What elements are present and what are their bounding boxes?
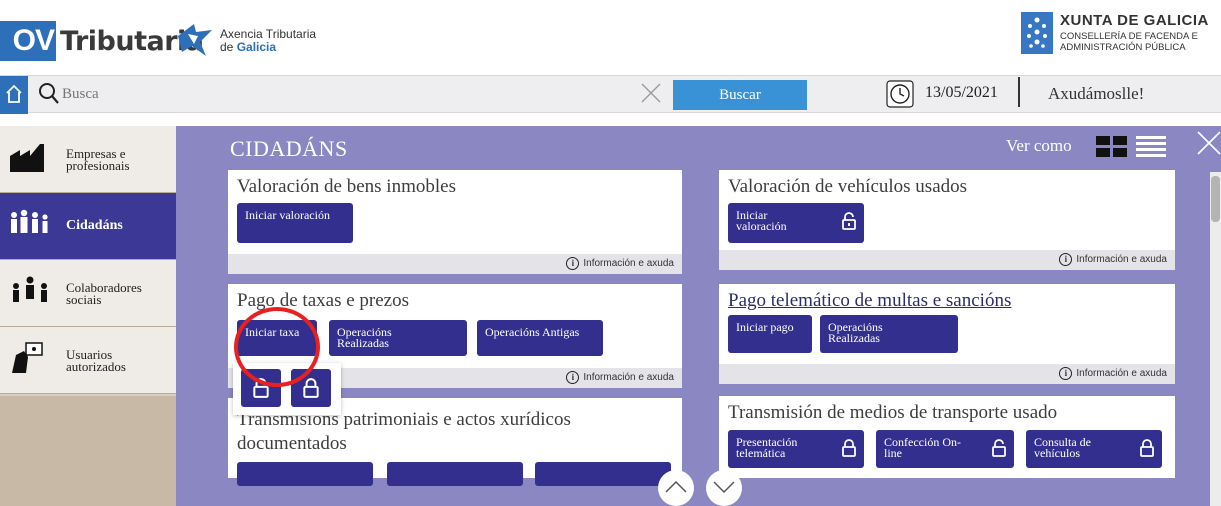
factory-icon [10, 144, 44, 172]
card-title-link[interactable]: Pago telemático de multas e sancións [728, 290, 1011, 312]
info-icon: i [1059, 367, 1073, 380]
atg-logo-text[interactable]: Axencia Tributaria de Galicia [220, 28, 316, 54]
xunta-title: XUNTA DE GALICIA [1060, 12, 1209, 29]
info-help-link[interactable]: i Información e axuda [1059, 253, 1167, 266]
consulta-vehiculos-button[interactable]: Consulta de vehículos [1026, 430, 1162, 468]
xunta-sub2: ADMINISTRACIÓN PÚBLICA [1060, 42, 1186, 53]
atg-logo-icon [178, 24, 212, 56]
sidebar-item-label: Colaboradores sociais [66, 280, 142, 307]
sidebar-item-cidadans[interactable]: Cidadáns [0, 193, 176, 260]
card-title: Transmisión de medios de transporte usad… [728, 402, 1058, 423]
transmisions-button-1[interactable] [237, 462, 373, 486]
lock-icon [842, 439, 856, 457]
presentacion-telematica-button[interactable]: Presentación telemática [728, 430, 864, 468]
sidebar-item-label: Cidadáns [66, 218, 123, 233]
scrollbar[interactable] [1210, 172, 1221, 506]
transmisions-button-3[interactable] [535, 462, 671, 486]
card-footer: i Información e axuda [719, 364, 1175, 384]
info-help-link[interactable]: i Información e axuda [566, 257, 674, 270]
lock-icon [1140, 439, 1154, 457]
card-multas-sancions: Pago telemático de multas e sancións Ini… [719, 284, 1175, 384]
info-icon: i [1059, 253, 1073, 266]
atg-line2: de Galicia [220, 40, 277, 54]
sidebar-item-colaboradores[interactable]: Colaboradores sociais [0, 260, 176, 327]
sidebar-item-label: Usuarios autorizados [66, 347, 126, 374]
main-panel: CIDADÁNS Ver como Valoración de bens inm… [176, 126, 1221, 506]
annotation-circle [234, 307, 320, 387]
unlocked-icon [992, 439, 1006, 457]
scroll-down-button[interactable] [706, 470, 742, 506]
close-icon[interactable] [1194, 128, 1221, 158]
divider [1018, 77, 1020, 107]
sidebar-item-usuarios[interactable]: Usuarios autorizados [0, 327, 176, 394]
clock-icon [886, 80, 914, 108]
info-help-link[interactable]: i Información e axuda [1059, 367, 1167, 380]
search-icon [39, 83, 59, 104]
header: OV Tributaria Axencia Tributaria de Gali… [0, 0, 1221, 72]
info-help-link[interactable]: i Información e axuda [566, 371, 674, 384]
authorized-user-icon [12, 342, 43, 373]
card-vehiculos-usados: Valoración de vehículos usados Iniciar va… [719, 170, 1175, 270]
help-link[interactable]: Axudámoslle! [1048, 84, 1144, 104]
sidebar-item-label: Empresas e profesionais [66, 146, 130, 173]
iniciar-valoracion-button[interactable]: Iniciar valoración [237, 203, 353, 243]
card-footer: i Información e axuda [719, 250, 1175, 270]
operacions-realizadas-button[interactable]: Operacións Realizadas [329, 320, 467, 356]
ov-logo-mark: OV [0, 21, 56, 61]
lock-icon [303, 378, 319, 398]
card-title: Valoración de vehículos usados [728, 176, 968, 197]
ov-tributaria-logo[interactable]: OV Tributaria [0, 21, 204, 61]
unlocked-icon [842, 212, 856, 230]
search-input[interactable] [62, 78, 670, 110]
card-footer: i Información e axuda [228, 254, 682, 274]
scroll-up-button[interactable] [658, 470, 694, 506]
clear-search-icon[interactable] [639, 81, 663, 105]
xunta-sub1: CONSELLERÍA DE FACENDA E [1060, 31, 1198, 42]
current-date: 13/05/2021 [925, 84, 998, 101]
chevron-up-icon [665, 480, 687, 493]
card-medios-transporte: Transmisión de medios de transporte usad… [719, 396, 1175, 478]
view-as-label: Ver como [1006, 136, 1072, 155]
collaborators-icon [13, 276, 47, 302]
card-title: Valoración de bens inmobles [237, 176, 456, 197]
card-title: Transmisións patrimoniais e actos xurídi… [237, 409, 571, 454]
sidebar: Empresas e profesionais Cidadáns Colabora… [0, 126, 176, 506]
page-title: CIDADÁNS [230, 136, 348, 161]
xunta-logo-text[interactable]: XUNTA DE GALICIA CONSELLERÍA DE FACENDA … [1060, 12, 1209, 53]
confeccion-online-button[interactable]: Confección On-line [876, 430, 1014, 468]
people-icon [11, 209, 48, 233]
transmisions-button-2[interactable] [387, 462, 523, 486]
operacions-realizadas-multas-button[interactable]: Operacións Realizadas [820, 315, 958, 353]
info-icon: i [566, 371, 580, 384]
scrollbar-thumb[interactable] [1211, 176, 1220, 222]
operacions-antigas-button[interactable]: Operacións Antigas [477, 320, 603, 356]
grid-view-icon[interactable] [1096, 136, 1128, 158]
sidebar-background [0, 396, 176, 506]
iniciar-valoracion-vehiculo-button[interactable]: Iniciar valoración [728, 203, 864, 243]
chevron-down-icon [713, 481, 735, 494]
sidebar-item-empresas[interactable]: Empresas e profesionais [0, 126, 176, 193]
list-view-icon[interactable] [1136, 136, 1166, 158]
home-icon [6, 84, 22, 103]
xunta-crest-icon [1021, 12, 1053, 54]
search-button[interactable]: Buscar [673, 80, 807, 110]
home-button[interactable] [0, 76, 28, 114]
info-icon: i [566, 257, 580, 270]
card-bens-inmobles: Valoración de bens inmobles Iniciar valo… [228, 170, 682, 274]
iniciar-pago-button[interactable]: Iniciar pago [728, 315, 812, 353]
